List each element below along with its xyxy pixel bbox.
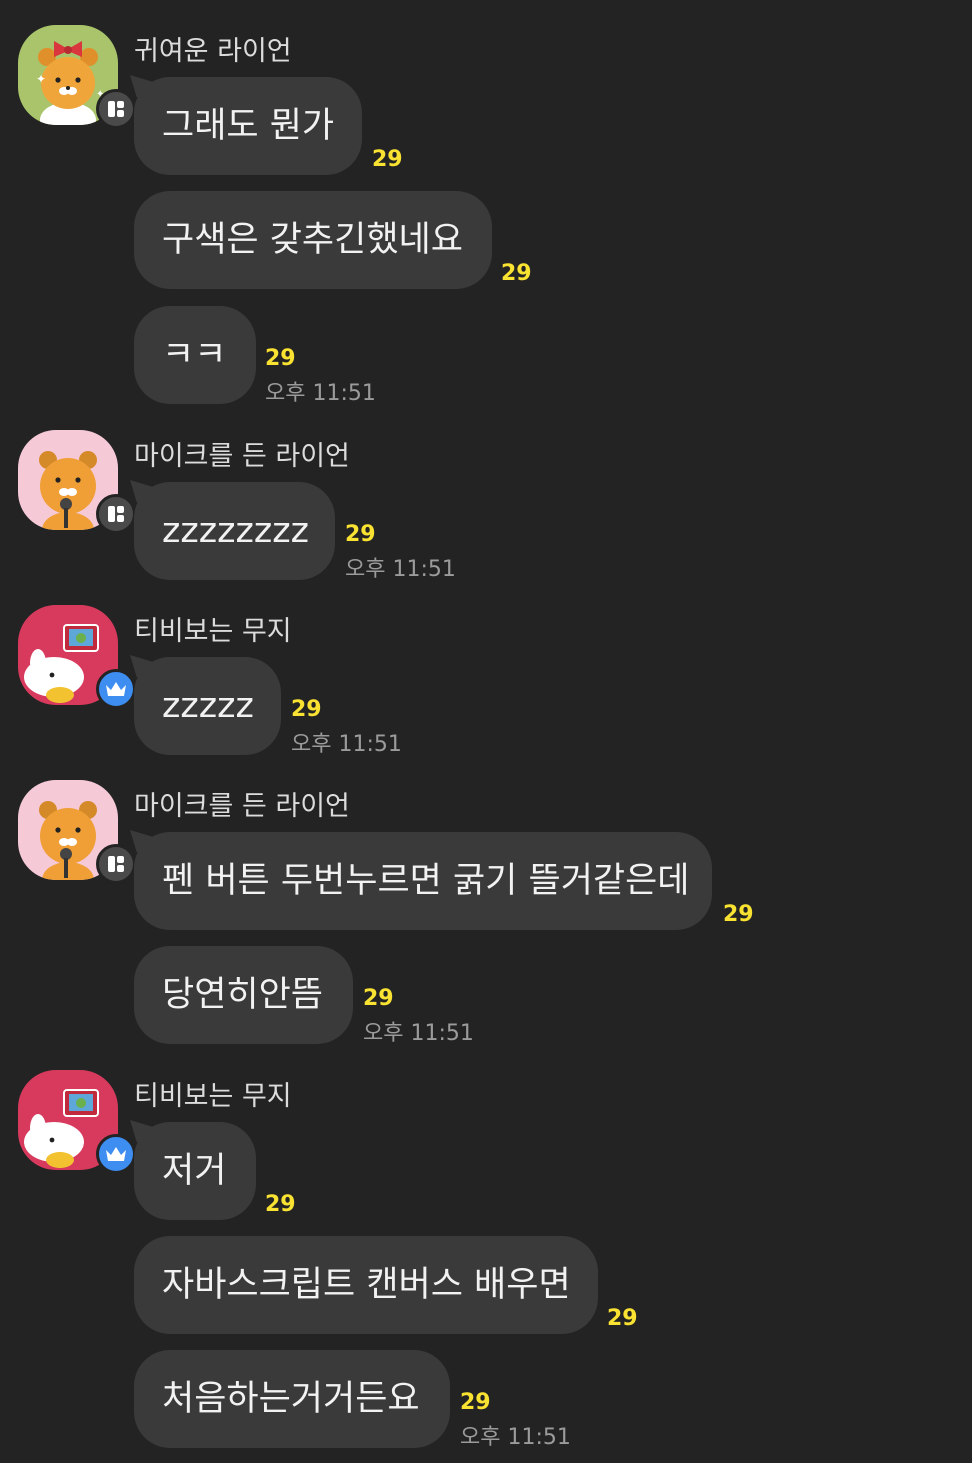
- message-meta: 29 오후 11:51: [265, 346, 376, 407]
- message-bubble[interactable]: 처음하는거거든요: [134, 1350, 450, 1448]
- message-meta: 29: [372, 147, 403, 172]
- unread-count: 29: [345, 522, 376, 547]
- manager-badge-icon: [96, 89, 136, 129]
- sender-avatar[interactable]: [18, 1070, 136, 1174]
- sender-name: 마이크를 든 라이언: [134, 791, 350, 822]
- message-text: 구색은 갖추긴했네요: [162, 220, 463, 260]
- message-text: ㅋㅋ: [162, 335, 227, 375]
- svg-text:✦: ✦: [36, 72, 46, 86]
- message-meta: 29: [723, 902, 754, 927]
- message-bubble[interactable]: 자바스크립트 캔버스 배우면: [134, 1236, 598, 1334]
- owner-crown-badge-icon: [96, 1134, 136, 1174]
- unread-count: 29: [265, 1192, 296, 1217]
- message-bubble[interactable]: 저거: [130, 1120, 256, 1220]
- owner-crown-badge-icon: [96, 669, 136, 709]
- message-bubble[interactable]: zzzzzzzz: [130, 480, 335, 580]
- unread-count: 29: [291, 697, 322, 722]
- bubble-tail: [130, 75, 152, 97]
- message-time: 오후 11:51: [345, 557, 456, 582]
- message-text: zzzzzzzz: [162, 511, 309, 551]
- sender-name: 티비보는 무지: [134, 1081, 292, 1112]
- sender-avatar[interactable]: [18, 430, 136, 534]
- message-time: 오후 11:51: [363, 1021, 474, 1046]
- message-meta: 29: [501, 261, 532, 286]
- sender-avatar[interactable]: [18, 605, 136, 709]
- message-text: 처음하는거거든요: [162, 1379, 420, 1419]
- manager-badge-icon: [96, 844, 136, 884]
- unread-count: 29: [607, 1306, 638, 1331]
- message-meta: 29: [607, 1306, 638, 1331]
- message-text: 그래도 뭔가: [162, 106, 335, 146]
- bubble-tail: [130, 1120, 152, 1142]
- chat-screen: { "colors": {"background":"#232323","bub…: [0, 0, 972, 1463]
- message-bubble[interactable]: 당연히안뜸: [134, 946, 353, 1044]
- message-time: 오후 11:51: [460, 1425, 571, 1450]
- message-bubble[interactable]: ㅋㅋ: [134, 306, 256, 404]
- message-text: 자바스크립트 캔버스 배우면: [162, 1265, 571, 1305]
- message-meta: 29 오후 11:51: [345, 522, 456, 583]
- message-meta: 29 오후 11:51: [363, 986, 474, 1047]
- unread-count: 29: [723, 902, 754, 927]
- unread-count: 29: [501, 261, 532, 286]
- sender-name: 티비보는 무지: [134, 616, 292, 647]
- message-bubble[interactable]: 그래도 뭔가: [130, 75, 362, 175]
- sender-avatar[interactable]: ✦ ✦: [18, 25, 136, 129]
- bubble-tail: [130, 655, 152, 677]
- message-bubble[interactable]: 구색은 갖추긴했네요: [134, 191, 492, 289]
- unread-count: 29: [363, 986, 394, 1011]
- bubble-tail: [130, 830, 152, 852]
- message-text: 저거: [162, 1151, 227, 1191]
- unread-count: 29: [460, 1390, 491, 1415]
- unread-count: 29: [265, 346, 296, 371]
- sender-avatar[interactable]: [18, 780, 136, 884]
- message-meta: 29 오후 11:51: [291, 697, 402, 758]
- message-meta: 29: [265, 1192, 296, 1217]
- unread-count: 29: [372, 147, 403, 172]
- message-bubble[interactable]: zzzzz: [130, 655, 281, 755]
- sender-name: 귀여운 라이언: [134, 36, 292, 67]
- message-text: 펜 버튼 두번누르면 굵기 뜰거같은데: [162, 861, 690, 901]
- message-time: 오후 11:51: [265, 381, 376, 406]
- message-text: zzzzz: [162, 686, 254, 726]
- message-meta: 29 오후 11:51: [460, 1390, 571, 1451]
- message-text: 당연히안뜸: [162, 975, 324, 1015]
- message-bubble[interactable]: 펜 버튼 두번누르면 굵기 뜰거같은데: [130, 830, 712, 930]
- sender-name: 마이크를 든 라이언: [134, 441, 350, 472]
- manager-badge-icon: [96, 494, 136, 534]
- bubble-tail: [130, 480, 152, 502]
- message-time: 오후 11:51: [291, 732, 402, 757]
